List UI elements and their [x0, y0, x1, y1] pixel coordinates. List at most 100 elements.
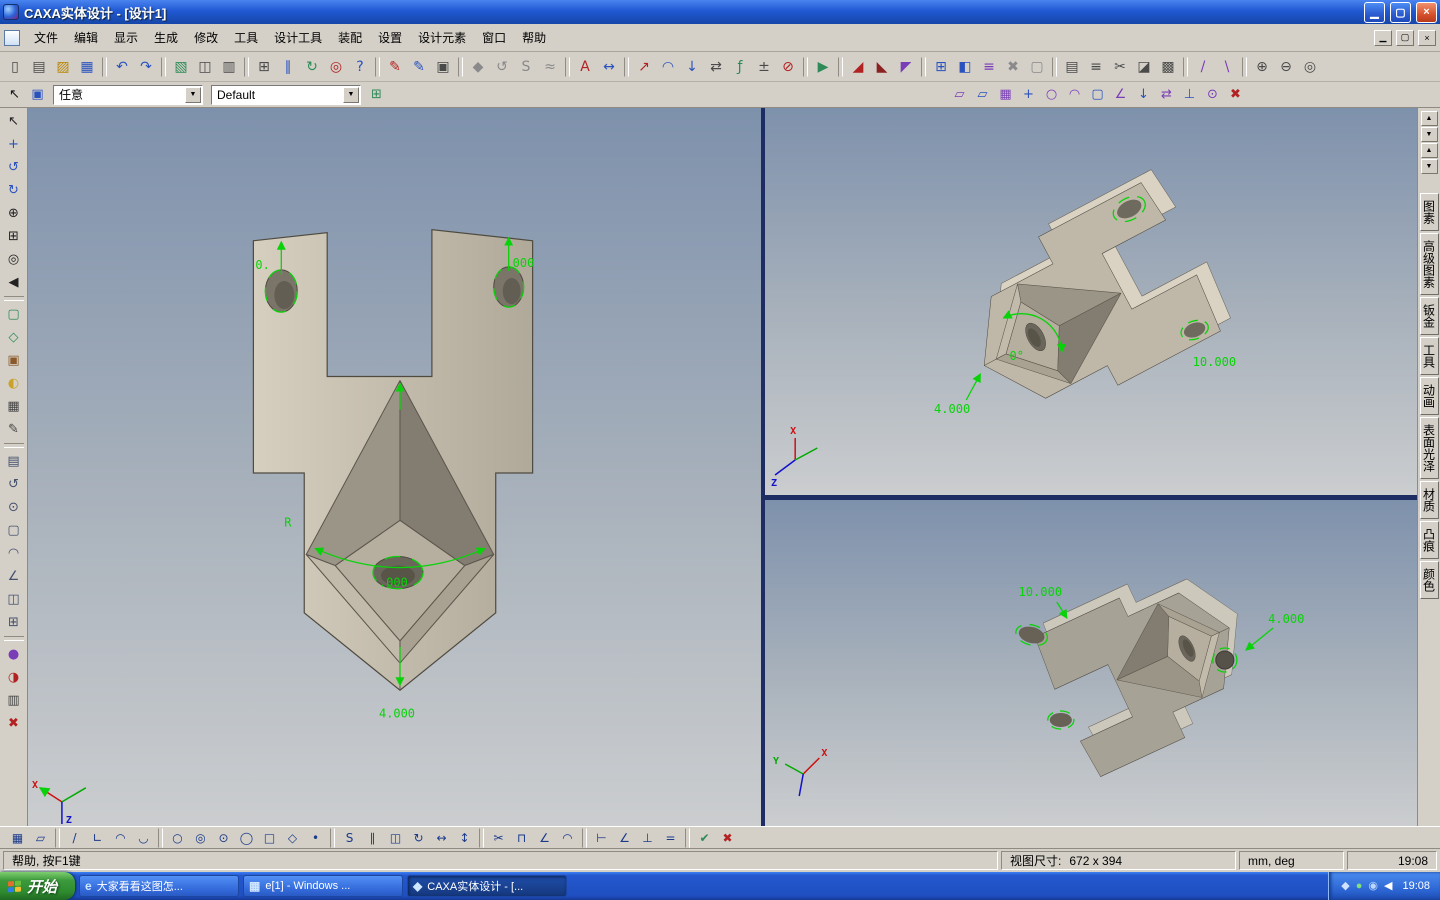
tray-antivirus[interactable]: ●	[1356, 880, 1363, 892]
revolve-feature[interactable]: ↺	[490, 55, 514, 79]
simulate[interactable]: ▶	[811, 55, 835, 79]
block-tool[interactable]: ▢	[1025, 55, 1049, 79]
sketch-grid[interactable]: ▦	[994, 84, 1017, 106]
bend-tool[interactable]: ◠	[656, 55, 680, 79]
circle-concentric[interactable]: ◎	[189, 828, 212, 848]
sketch-circle[interactable]: ○	[1040, 84, 1063, 106]
copy[interactable]: ◫	[193, 55, 217, 79]
normal-view[interactable]: ⊥	[1178, 84, 1201, 106]
annotation-text[interactable]: A	[573, 55, 597, 79]
mdi-minimize-button[interactable]: ▁	[1374, 29, 1392, 46]
menu-view[interactable]: 显示	[106, 26, 146, 49]
circle-tangent[interactable]: ⊙	[212, 828, 235, 848]
new-design[interactable]: ▤	[27, 55, 51, 79]
fillet[interactable]: ◠	[556, 828, 579, 848]
extrude[interactable]: ▤	[2, 450, 26, 473]
tray-network[interactable]: ◉	[1368, 880, 1378, 892]
spin-view[interactable]: ↻	[2, 179, 26, 202]
spline[interactable]: S	[338, 828, 361, 848]
menu-modify[interactable]: 修改	[186, 26, 226, 49]
move[interactable]: ↔	[430, 828, 453, 848]
zoom-in[interactable]: ⊕	[1250, 55, 1274, 79]
previous-view[interactable]: ◀	[2, 271, 26, 294]
menu-design-tools[interactable]: 设计工具	[266, 26, 330, 49]
accept[interactable]: ✔	[693, 828, 716, 848]
chamfer[interactable]: ∠	[533, 828, 556, 848]
dimension-tool[interactable]: ↔	[597, 55, 621, 79]
plane-xy[interactable]: ▱	[948, 84, 971, 106]
mdi-close-button[interactable]: ×	[1418, 29, 1436, 46]
shell[interactable]: ▢	[2, 519, 26, 542]
restore-button[interactable]: ▢	[1390, 1, 1411, 23]
tab-primitives[interactable]: 图素	[1419, 193, 1439, 231]
sketch-profile[interactable]: ✎	[383, 55, 407, 79]
tab-material[interactable]: 材质	[1419, 481, 1439, 519]
plane-yz[interactable]: ▱	[971, 84, 994, 106]
array-feature[interactable]: ⊞	[2, 611, 26, 634]
context-help[interactable]: ?	[348, 55, 372, 79]
equation[interactable]: ƒ	[728, 55, 752, 79]
point[interactable]: •	[304, 828, 327, 848]
scroll-up[interactable]: ▲	[1420, 111, 1438, 126]
new-file[interactable]: ▯	[3, 55, 27, 79]
mirror[interactable]: ◫	[384, 828, 407, 848]
section-x[interactable]: ◢	[846, 55, 870, 79]
redo[interactable]: ↷	[134, 55, 158, 79]
circle[interactable]: ○	[166, 828, 189, 848]
iso-view[interactable]: ◇	[2, 326, 26, 349]
sketch-arc[interactable]: ◠	[1063, 84, 1086, 106]
viewport-iso-bottom-canvas[interactable]: 10.000 4.000 X Y	[765, 500, 1417, 826]
dim-angular[interactable]: ∠	[613, 828, 636, 848]
attach-point[interactable]: ⊙	[1201, 84, 1224, 106]
flip-plane[interactable]: ⇄	[1155, 84, 1178, 106]
stretch[interactable]: ↕	[453, 828, 476, 848]
tab-sheet-metal[interactable]: 钣金	[1419, 297, 1439, 335]
tab-animation[interactable]: 动画	[1419, 377, 1439, 415]
dim-linear[interactable]: ⊢	[590, 828, 613, 848]
layer-manager[interactable]: ▩	[1156, 55, 1180, 79]
measure-angle[interactable]: \	[1215, 55, 1239, 79]
arc-3pt[interactable]: ◡	[132, 828, 155, 848]
mirror-feature[interactable]: ◫	[2, 588, 26, 611]
sweep-feature[interactable]: S	[514, 55, 538, 79]
trim[interactable]: ✂	[487, 828, 510, 848]
constraint-equal[interactable]: =	[659, 828, 682, 848]
tolerance[interactable]: ±	[752, 55, 776, 79]
section-y[interactable]: ◣	[870, 55, 894, 79]
sketch-box[interactable]: ▢	[1086, 84, 1109, 106]
chamfer[interactable]: ∠	[2, 565, 26, 588]
project-curve[interactable]: ↓	[1132, 84, 1155, 106]
tab-bump[interactable]: 凸痕	[1419, 521, 1439, 559]
offset[interactable]: ∥	[361, 828, 384, 848]
direction-down[interactable]: ↓	[680, 55, 704, 79]
arc[interactable]: ◠	[109, 828, 132, 848]
start-button[interactable]: 开始	[0, 872, 76, 900]
part-list[interactable]: ≡	[1084, 55, 1108, 79]
undo[interactable]: ↶	[110, 55, 134, 79]
zoom-out[interactable]: ⊖	[1274, 55, 1298, 79]
hole[interactable]: ⊙	[2, 496, 26, 519]
zoom-window[interactable]: ⊞	[2, 225, 26, 248]
task-browser[interactable]: e 大家看看这图怎...	[79, 875, 240, 897]
revolve[interactable]: ↺	[2, 473, 26, 496]
tab-color[interactable]: 颜色	[1419, 561, 1439, 599]
viewport-iso-top-canvas[interactable]: 4.000 10.000 0° X Z	[765, 108, 1417, 495]
select-tool[interactable]: ↖	[3, 84, 26, 106]
tab-advanced-primitives[interactable]: 高级图素	[1419, 233, 1439, 295]
pattern[interactable]: ⊞	[929, 55, 953, 79]
format-painter[interactable]: ▧	[169, 55, 193, 79]
menu-edit[interactable]: 编辑	[66, 26, 106, 49]
trim-tool[interactable]: ✂	[1108, 55, 1132, 79]
chevron-down-icon[interactable]: ▼	[185, 86, 201, 103]
polyline[interactable]: ∟	[86, 828, 109, 848]
viewport-front-canvas[interactable]: 0. 000 .000 R 4.000 X Z	[28, 108, 761, 826]
camera-view[interactable]: ▣	[2, 349, 26, 372]
no-snap[interactable]: ⊘	[776, 55, 800, 79]
zoom-in-view[interactable]: ⊕	[2, 202, 26, 225]
material[interactable]: ●	[2, 643, 26, 666]
wireframe-toggle[interactable]: ▦	[2, 395, 26, 418]
zoom-select[interactable]: ◎	[1298, 55, 1322, 79]
section-z[interactable]: ◤	[894, 55, 918, 79]
select-target[interactable]: ◎	[324, 55, 348, 79]
line[interactable]: /	[63, 828, 86, 848]
